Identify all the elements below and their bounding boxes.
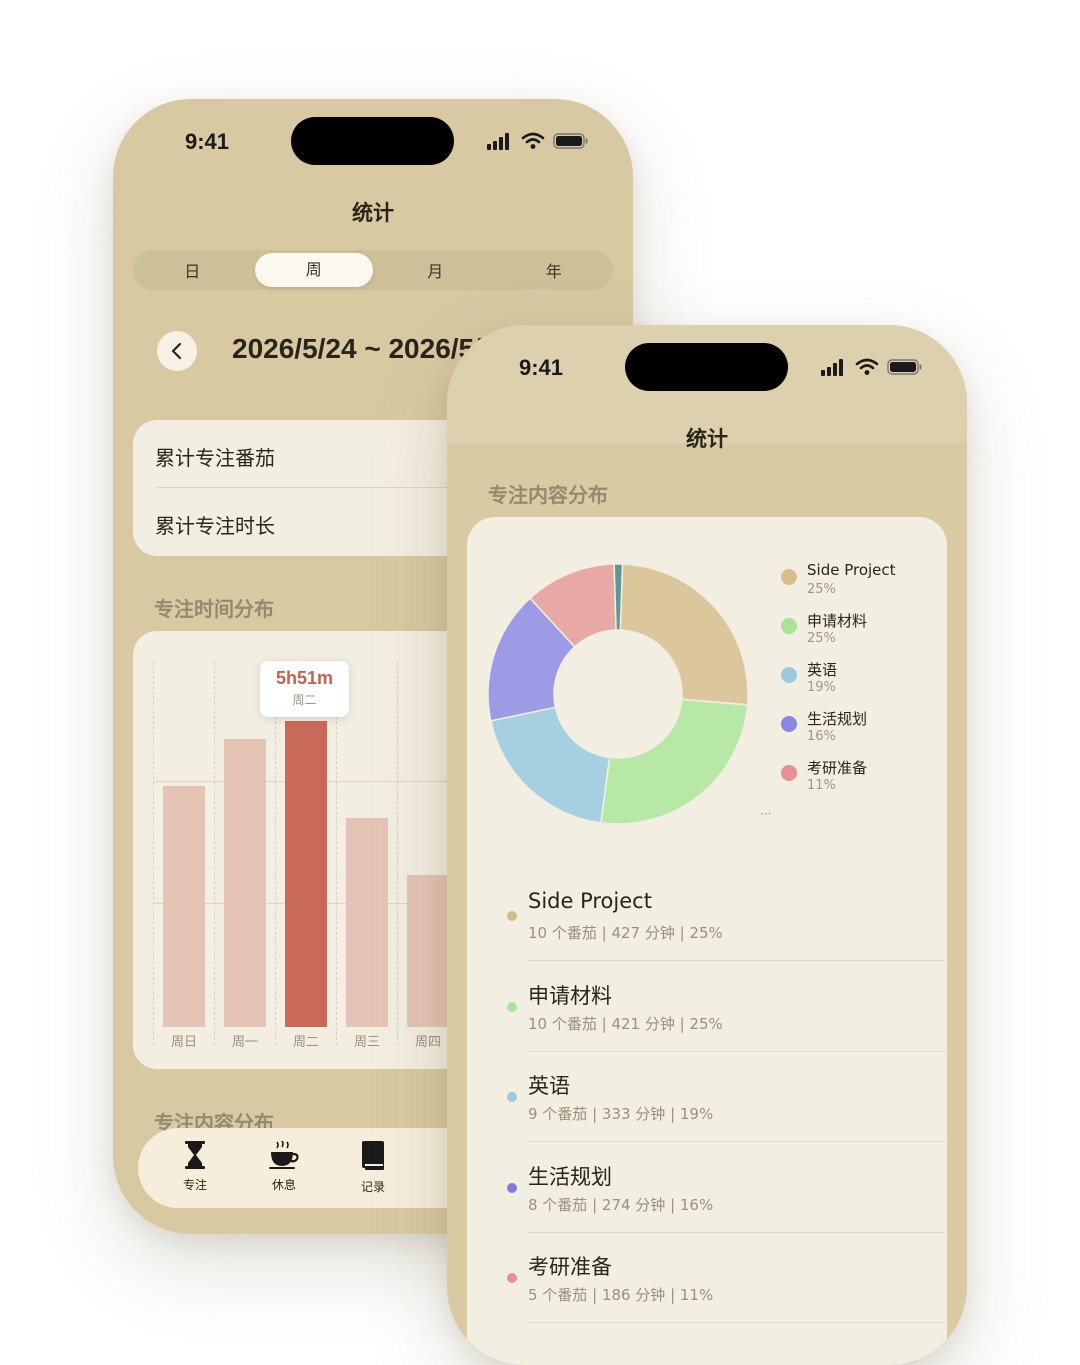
legend-pct: 19% [807,680,836,695]
battery-icon [553,133,588,149]
tab-records-label: 记录 [360,1180,385,1194]
tab-records[interactable]: 记录 [338,1140,408,1195]
legend-name: 生活规划 [807,710,868,728]
content-card: Side Project 25% 申请材料 25% 英语 19% 生活规划 16… [467,517,947,1365]
hourglass-icon [185,1141,205,1169]
legend-pct: 25% [807,582,836,597]
donut-slice[interactable] [600,698,749,825]
list-meta: 10 个番茄 | 427 分钟 | 25% [528,924,723,942]
list-name: 生活规划 [528,1165,612,1189]
list-meta: 9 个番茄 | 333 分钟 | 19% [528,1105,714,1123]
segment-week[interactable]: 周 [254,253,373,287]
x-tick-label: 周日 [170,1035,197,1050]
total-duration-label: 累计专注时长 [155,514,275,538]
status-icons [819,358,923,376]
legend-dot [781,618,797,634]
tab-rest-label: 休息 [271,1178,296,1192]
tab-rest[interactable]: 休息 [249,1140,319,1193]
list-name: 申请材料 [528,984,612,1008]
grid-line [214,661,215,1045]
legend-dot [781,667,797,683]
chevron-left-icon [171,342,182,360]
list-dot [507,1092,517,1102]
legend-name: 英语 [807,661,838,679]
list-meta: 8 个番茄 | 274 分钟 | 16% [528,1196,714,1214]
segment-day[interactable]: 日 [133,258,252,282]
chart-tooltip: 5h51m 周二 [260,661,349,717]
grid-line [275,661,276,1045]
legend-more[interactable]: ··· [760,807,771,821]
grid-line [153,661,154,1045]
bar[interactable] [285,721,327,1027]
tab-focus-label: 专注 [182,1178,207,1192]
legend-name: 考研准备 [807,759,868,777]
front-phone: 9:41 统计 专注内容分布 Side Project 25% 申请材料 25%… [447,325,967,1365]
list-name: 考研准备 [528,1255,612,1279]
bar[interactable] [224,739,266,1027]
status-time: 9:41 [185,129,230,154]
legend-pct: 16% [807,729,836,744]
cellular-signal-icon [821,359,843,376]
list-dot [507,1183,517,1193]
total-tomatoes-label: 累计专注番茄 [155,446,275,470]
period-segmented-control: 日 周 月 年 [133,250,613,290]
tooltip-day: 周二 [292,693,317,707]
legend-pct: 25% [807,631,836,646]
x-tick-label: 周三 [353,1035,380,1050]
legend-name: Side Project [807,561,896,579]
grid-line [336,661,337,1045]
dynamic-island [291,117,454,165]
battery-icon [887,359,922,375]
bar[interactable] [163,786,205,1027]
list-name: 英语 [528,1074,570,1098]
previous-period-button[interactable] [157,331,197,371]
list-meta: 10 个番茄 | 421 分钟 | 25% [528,1015,723,1033]
segment-year[interactable]: 年 [495,258,614,282]
book-icon [362,1141,384,1170]
list-dot [507,1002,517,1012]
page-title: 统计 [686,427,728,451]
donut-slice[interactable] [613,563,624,631]
donut-chart [487,563,749,825]
bar[interactable] [346,817,388,1027]
legend-name: 申请材料 [807,612,868,630]
x-tick-label: 周二 [292,1035,319,1050]
legend-pct: 11% [807,778,836,793]
wifi-icon [521,132,545,149]
divider [528,960,946,961]
bar[interactable] [407,875,449,1027]
content-section-title: 专注内容分布 [488,483,608,507]
cellular-signal-icon [487,133,509,150]
donut-slice[interactable] [489,706,611,824]
list-dot [507,1273,517,1283]
legend-dot [781,716,797,732]
tab-focus[interactable]: 专注 [160,1140,230,1193]
divider [528,1322,946,1323]
wifi-icon [855,358,879,375]
tooltip-value: 5h51m [275,668,334,688]
list-name: Side Project [528,889,652,913]
list-dot [507,911,517,921]
segment-month[interactable]: 月 [376,258,495,282]
status-icons [485,132,589,150]
grid-line [397,661,398,1045]
divider [528,1141,946,1142]
coffee-icon [269,1140,299,1169]
list-meta: 5 个番茄 | 186 分钟 | 11% [528,1286,714,1304]
page-title: 统计 [352,201,394,225]
status-time: 9:41 [519,355,564,380]
dynamic-island [625,343,788,391]
x-tick-label: 周四 [414,1035,441,1050]
divider [528,1051,946,1052]
donut-slice[interactable] [619,563,749,706]
legend-dot [781,569,797,585]
legend-dot [781,765,797,781]
x-tick-label: 周一 [231,1035,258,1050]
divider [528,1232,946,1233]
time-section-title: 专注时间分布 [154,597,274,621]
